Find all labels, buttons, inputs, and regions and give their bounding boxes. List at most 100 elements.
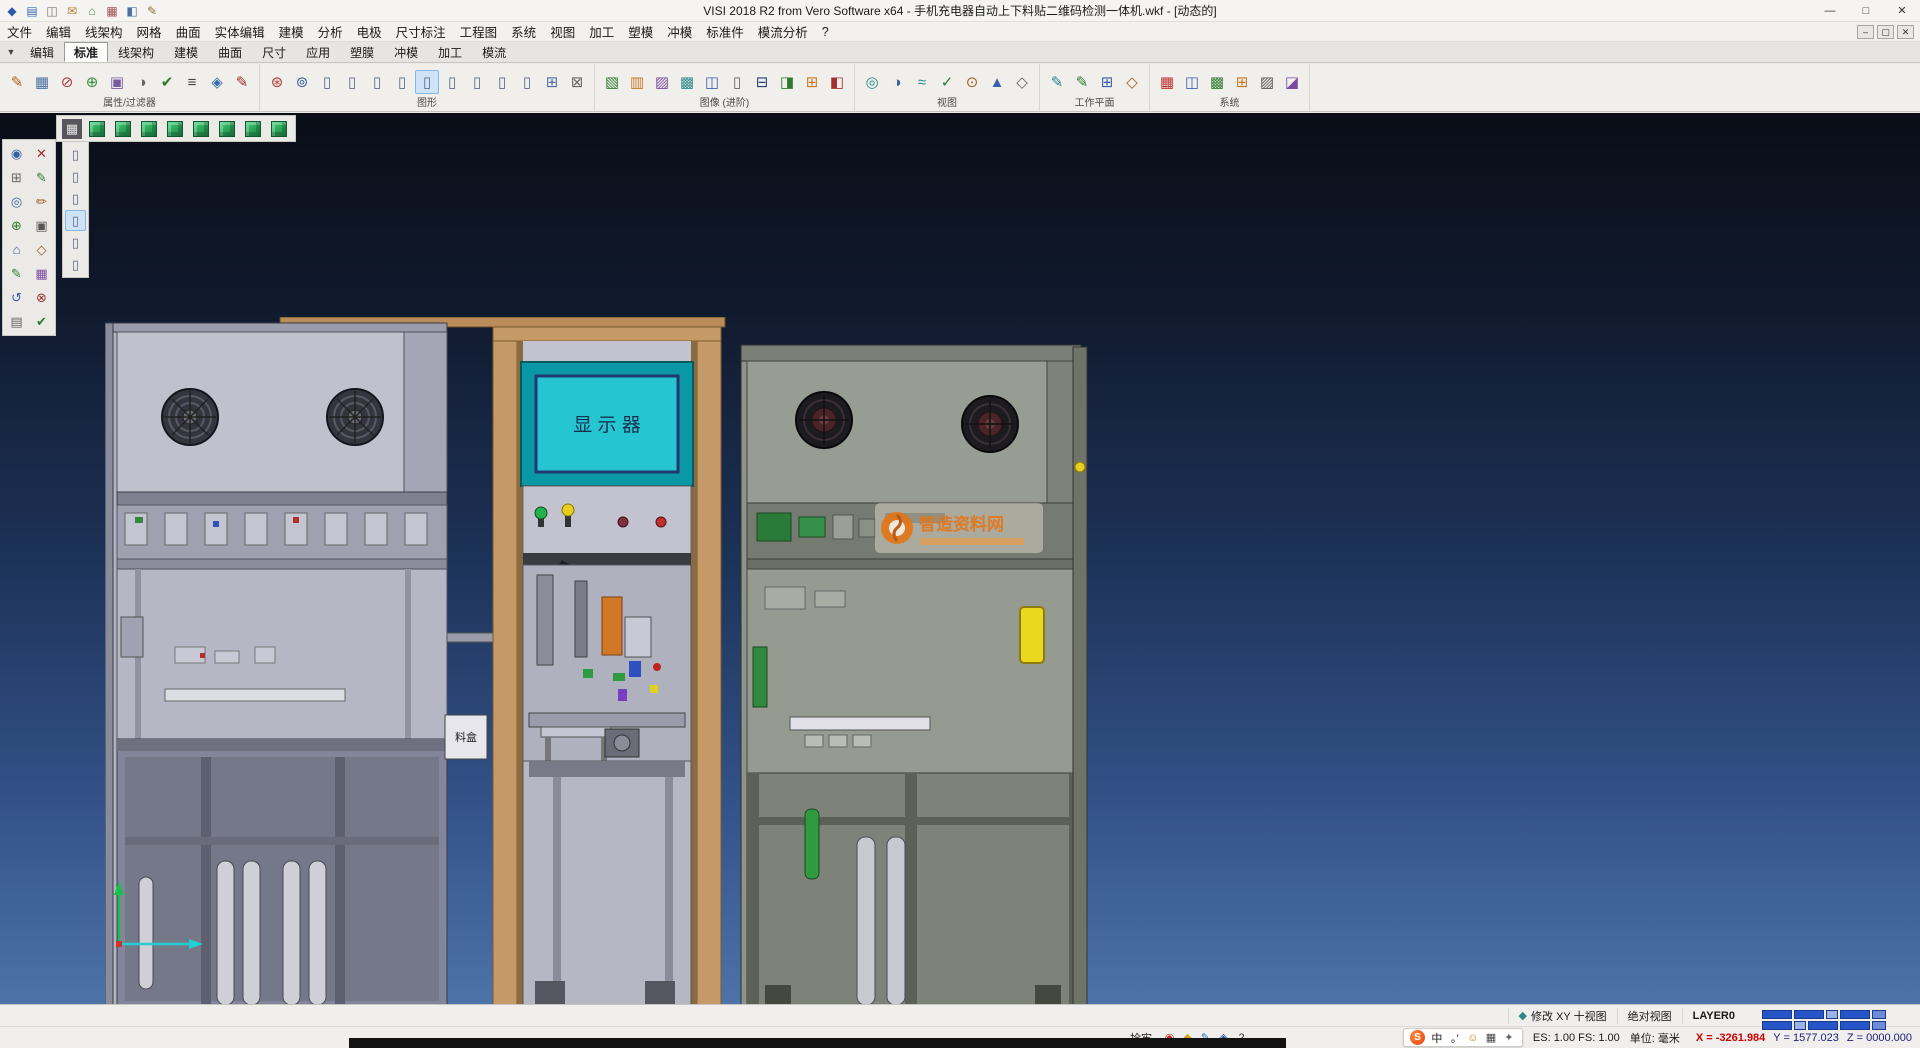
attribute-tool-icon[interactable]: ◑ [130,70,154,94]
close-button[interactable]: ✕ [1884,0,1920,21]
toolbar-tab[interactable]: 加工 [428,42,472,62]
attribute-tool-icon[interactable]: ≡ [180,70,204,94]
image-tool-icon[interactable]: ▥ [625,70,649,94]
workplane-tool-icon[interactable]: ⊞ [1095,70,1119,94]
toolbar-tab[interactable]: 线架构 [108,42,164,62]
view-tool-icon[interactable]: ≈ [910,70,934,94]
attribute-tool-icon[interactable]: ⊕ [80,70,104,94]
menu-item[interactable]: 标准件 [699,22,751,41]
sidebar-tool-icon[interactable]: ⊞ [5,166,28,189]
graphics-tool-icon[interactable]: ▯ [515,70,539,94]
menu-item[interactable]: 加工 [582,22,621,41]
toolbar-tab[interactable]: 冲模 [384,42,428,62]
view-cube-icon[interactable] [190,118,212,140]
sidebar-tool-icon[interactable]: ▤ [5,310,28,333]
image-tool-icon[interactable]: ▯ [725,70,749,94]
view-grid-icon[interactable]: ▦ [62,119,82,139]
workplane-tool-icon[interactable]: ◇ [1120,70,1144,94]
view-tool-icon[interactable]: ▲ [985,70,1009,94]
ime-mode-icon[interactable]: ▦ [1484,1030,1498,1045]
image-tool-icon[interactable]: ◫ [700,70,724,94]
menu-item[interactable]: 工程图 [453,22,505,41]
menu-item[interactable]: 线架构 [78,22,130,41]
toolbar-tab[interactable]: 建模 [164,42,208,62]
sidebar-tool-icon[interactable]: ✕ [30,142,53,165]
toolbar-tab[interactable]: 曲面 [208,42,252,62]
view-tool-icon[interactable]: ◎ [860,70,884,94]
system-tool-icon[interactable]: ▦ [1155,70,1179,94]
view-cube-icon[interactable] [164,118,186,140]
tab-dropdown-icon[interactable]: ▼ [2,42,20,62]
sidebar-tool-icon[interactable]: ✎ [30,166,53,189]
menu-item[interactable]: 网格 [130,22,169,41]
attribute-tool-icon[interactable]: ▣ [105,70,129,94]
ime-mode-icon[interactable]: 。’ [1448,1030,1462,1045]
sidebar-tool-icon[interactable]: ⊕ [5,214,28,237]
attribute-tool-icon[interactable]: ✎ [5,70,29,94]
menu-item[interactable]: 模流分析 [751,22,815,41]
menu-item[interactable]: 分析 [311,22,350,41]
system-tool-icon[interactable]: ◫ [1180,70,1204,94]
graphics-tool-icon[interactable]: ▯ [365,70,389,94]
attribute-tool-icon[interactable]: ◈ [205,70,229,94]
view-cube-icon[interactable] [112,118,134,140]
menu-item[interactable]: 系统 [504,22,543,41]
view-cube-icon[interactable] [268,118,290,140]
menu-item[interactable]: 建模 [272,22,311,41]
mdi-close-button[interactable]: ✕ [1897,25,1914,39]
sidebar-tool-icon[interactable]: ✏ [30,190,53,213]
snap-tool-icon[interactable]: ▯ [65,210,86,231]
sidebar-tool-icon[interactable]: ⊗ [30,286,53,309]
sidebar-tool-icon[interactable]: ▦ [30,262,53,285]
graphics-tool-icon[interactable]: ⊞ [540,70,564,94]
maximize-button[interactable]: □ [1848,0,1884,21]
menu-item[interactable]: 电极 [350,22,389,41]
layer-color-palette[interactable] [1762,1010,1886,1030]
graphics-tool-icon[interactable]: ⊚ [290,70,314,94]
sogou-logo-icon[interactable]: S [1410,1030,1425,1045]
attribute-tool-icon[interactable]: ✎ [230,70,254,94]
sidebar-tool-icon[interactable]: ↺ [5,286,28,309]
workplane-tool-icon[interactable]: ✎ [1045,70,1069,94]
image-tool-icon[interactable]: ▧ [600,70,624,94]
active-layer-label[interactable]: LAYER0 [1682,1008,1745,1024]
graphics-tool-icon[interactable]: ⊛ [265,70,289,94]
absolute-view-label[interactable]: 绝对视图 [1617,1008,1682,1024]
menu-item[interactable]: 编辑 [39,22,78,41]
graphics-tool-icon[interactable]: ▯ [465,70,489,94]
menu-item[interactable]: 视图 [543,22,582,41]
view-tool-icon[interactable]: ⊙ [960,70,984,94]
menu-item[interactable]: 尺寸标注 [389,22,453,41]
system-tool-icon[interactable]: ▨ [1255,70,1279,94]
graphics-tool-icon[interactable]: ▯ [315,70,339,94]
attribute-tool-icon[interactable]: ✔ [155,70,179,94]
workplane-status[interactable]: ◆ 修改 XY 十视图 [1508,1008,1617,1024]
mdi-restore-button[interactable]: ▢ [1877,25,1894,39]
quick-access-icon[interactable]: ◫ [43,2,61,20]
snap-tool-icon[interactable]: ▯ [65,144,86,165]
viewport-canvas[interactable]: ▦ ◉✕⊞✎◎✏⊕▣⌂◇✎▦↺⊗▤✔ ▯▯▯▯▯▯ [0,113,1920,1004]
quick-access-icon[interactable]: ▦ [103,2,121,20]
snap-tool-icon[interactable]: ▯ [65,188,86,209]
graphics-tool-icon[interactable]: ▯ [415,70,439,94]
workplane-tool-icon[interactable]: ✎ [1070,70,1094,94]
ime-mode-icon[interactable]: ✦ [1502,1030,1516,1045]
attribute-tool-icon[interactable]: ▦ [30,70,54,94]
image-tool-icon[interactable]: ⊟ [750,70,774,94]
quick-access-icon[interactable]: ◧ [123,2,141,20]
quick-access-icon[interactable]: ✎ [143,2,161,20]
sidebar-tool-icon[interactable]: ✔ [30,310,53,333]
graphics-tool-icon[interactable]: ▯ [390,70,414,94]
image-tool-icon[interactable]: ⊞ [800,70,824,94]
sidebar-tool-icon[interactable]: ⌂ [5,238,28,261]
view-tool-icon[interactable]: ◑ [885,70,909,94]
system-tool-icon[interactable]: ▩ [1205,70,1229,94]
image-tool-icon[interactable]: ◧ [825,70,849,94]
quick-access-icon[interactable]: ✉ [63,2,81,20]
image-tool-icon[interactable]: ▩ [675,70,699,94]
system-tool-icon[interactable]: ⊞ [1230,70,1254,94]
sidebar-tool-icon[interactable]: ◎ [5,190,28,213]
view-cube-icon[interactable] [86,118,108,140]
attribute-tool-icon[interactable]: ⊘ [55,70,79,94]
menu-item[interactable]: 冲模 [660,22,699,41]
